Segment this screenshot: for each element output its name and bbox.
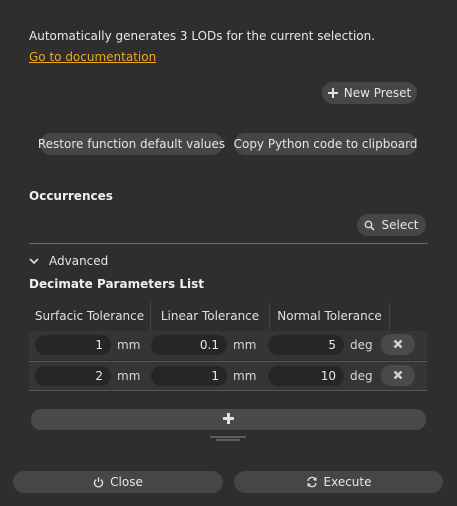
- resize-grip-icon[interactable]: [210, 432, 246, 441]
- unit-label: mm: [117, 369, 141, 383]
- table-row: 1 mm 0.1 mm 5 deg: [29, 331, 427, 360]
- select-label: Select: [381, 218, 419, 232]
- unit-label: deg: [350, 369, 373, 383]
- decimate-list-title: Decimate Parameters List: [29, 277, 204, 291]
- documentation-link[interactable]: Go to documentation: [29, 50, 156, 64]
- header-normal-tolerance: Normal Tolerance: [277, 309, 382, 323]
- unit-label: mm: [233, 369, 257, 383]
- header-separator: [389, 302, 390, 330]
- close-icon: [393, 369, 403, 383]
- plus-icon: [223, 412, 234, 427]
- refresh-icon: [306, 476, 318, 488]
- surfacic-tolerance-input[interactable]: 1: [35, 335, 111, 355]
- unit-label: mm: [233, 338, 257, 352]
- search-icon: [364, 220, 376, 231]
- description-text: Automatically generates 3 LODs for the c…: [29, 29, 376, 43]
- header-surfacic-tolerance: Surfacic Tolerance: [34, 309, 145, 323]
- linear-tolerance-input[interactable]: 1: [151, 366, 227, 386]
- new-preset-button[interactable]: New Preset: [322, 82, 417, 104]
- remove-row-button[interactable]: [381, 365, 415, 386]
- close-icon: [393, 338, 403, 352]
- normal-tolerance-input[interactable]: 10: [268, 366, 344, 386]
- occurrences-label: Occurrences: [29, 189, 113, 203]
- execute-label: Execute: [323, 475, 372, 489]
- surfacic-tolerance-input[interactable]: 2: [35, 366, 111, 386]
- advanced-label: Advanced: [49, 254, 109, 268]
- restore-defaults-button[interactable]: Restore function default values: [37, 133, 226, 155]
- new-preset-label: New Preset: [343, 86, 412, 100]
- power-icon: [93, 477, 104, 488]
- plus-icon: [327, 88, 338, 98]
- advanced-toggle[interactable]: Advanced: [29, 254, 108, 268]
- close-label: Close: [110, 475, 143, 489]
- chevron-down-icon: [29, 257, 43, 265]
- execute-button[interactable]: Execute: [234, 471, 443, 493]
- remove-row-button[interactable]: [381, 334, 415, 355]
- copy-python-label: Copy Python code to clipboard: [233, 137, 418, 151]
- copy-python-button[interactable]: Copy Python code to clipboard: [234, 133, 417, 155]
- unit-label: mm: [117, 338, 141, 352]
- section-divider: [29, 243, 428, 244]
- restore-defaults-label: Restore function default values: [37, 137, 226, 151]
- close-button[interactable]: Close: [13, 471, 223, 493]
- unit-label: deg: [350, 338, 373, 352]
- add-row-button[interactable]: [31, 409, 426, 430]
- select-button[interactable]: Select: [357, 214, 426, 236]
- linear-tolerance-input[interactable]: 0.1: [151, 335, 227, 355]
- table-header: Surfacic Tolerance Linear Tolerance Norm…: [29, 302, 427, 330]
- table-row: 2 mm 1 mm 10 deg: [29, 361, 427, 391]
- header-linear-tolerance: Linear Tolerance: [160, 309, 260, 323]
- normal-tolerance-input[interactable]: 5: [268, 335, 344, 355]
